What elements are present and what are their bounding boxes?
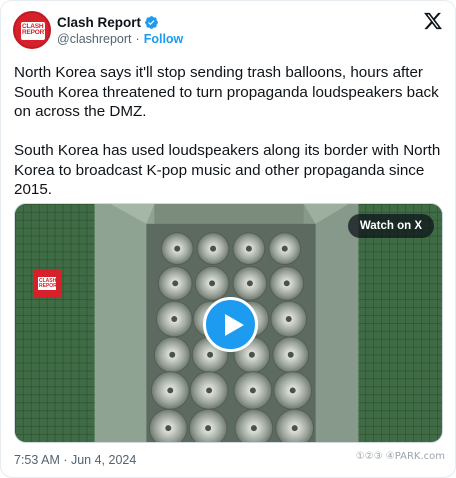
name-row: Clash Report — [57, 13, 183, 31]
tweet-paragraph-2: South Korea has used loudspeakers along … — [14, 142, 441, 198]
tweet-timestamp[interactable]: 7:53 AM · Jun 4, 2024 — [14, 453, 136, 467]
tweet-text: North Korea says it'll stop sending tras… — [14, 63, 442, 200]
author-name[interactable]: Clash Report — [57, 15, 141, 30]
site-watermark: ①②③ ④PARK.com — [355, 451, 445, 462]
tweet-header: CLASH REPORT Clash Report @clashreport ·… — [13, 11, 445, 51]
follow-button[interactable]: Follow — [144, 32, 184, 46]
channel-watermark: CLASH REPORT — [33, 270, 61, 298]
play-icon — [225, 314, 244, 336]
tweet-paragraph-1: North Korea says it'll stop sending tras… — [14, 64, 439, 120]
handle-row: @clashreport · Follow — [57, 32, 183, 46]
avatar[interactable]: CLASH REPORT — [13, 11, 51, 49]
separator-dot: · — [135, 32, 140, 46]
user-info: Clash Report @clashreport · Follow — [57, 13, 183, 47]
play-button[interactable] — [203, 297, 258, 352]
tweet-card: CLASH REPORT Clash Report @clashreport ·… — [0, 0, 456, 478]
author-handle[interactable]: @clashreport — [57, 32, 132, 46]
verified-badge-icon — [145, 15, 158, 29]
avatar-logo-text: CLASH REPORT — [22, 23, 48, 36]
watermark-text: CLASH REPORT — [39, 278, 60, 289]
video-player[interactable]: CLASH REPORT Watch on X — [14, 203, 443, 443]
watch-on-x-button[interactable]: Watch on X — [347, 214, 434, 238]
x-logo-icon[interactable] — [423, 11, 443, 31]
